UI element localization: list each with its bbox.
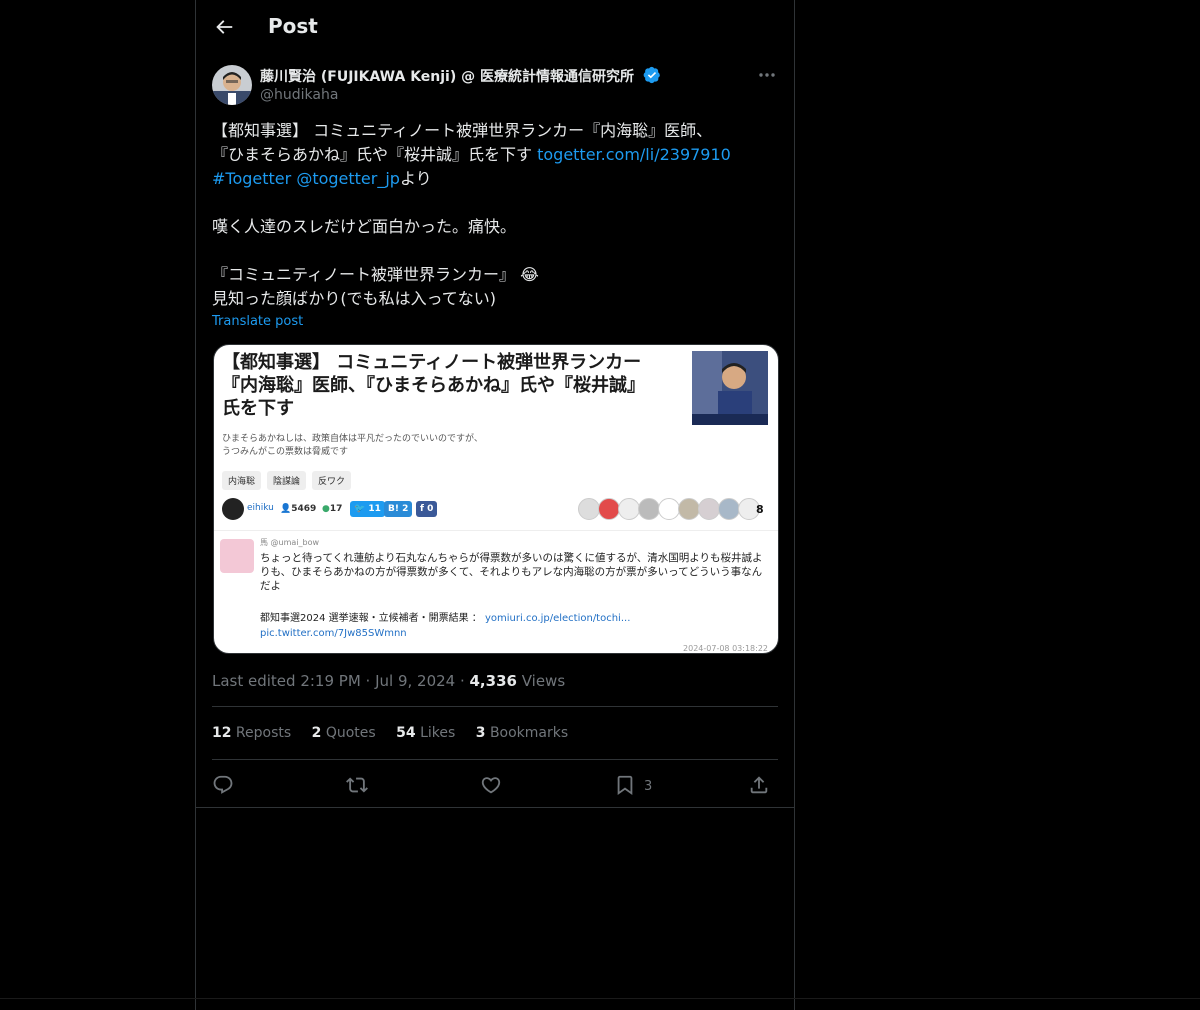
action-bar: 3 [212,770,778,800]
post-header: Post [196,0,794,55]
link-preview-card[interactable]: 【都知事選】 コミュニティノート被弾世界ランカー 『内海聡』医師、『ひまそらあか… [213,344,779,654]
person-icon: 👤 [280,504,292,514]
post-line-2: 『ひまそらあかね』氏や『桜井誠』氏を下す [212,145,538,164]
face-avatar [598,498,620,520]
back-arrow-icon[interactable] [213,16,235,38]
quotes-stat[interactable]: 2 Quotes [312,725,376,741]
post-line-6: 見知った顔ばかり(でも私は入ってない) [212,289,497,308]
card-title-line-1: 【都知事選】 コミュニティノート被弾世界ランカー [222,352,642,373]
laughing-emoji-icon: 😂 [520,265,539,284]
post-line-3-suffix: より [399,169,432,188]
face-avatar [618,498,640,520]
hashtag-togetter[interactable]: #Togetter [212,169,291,188]
reposts-stat[interactable]: 12 Reposts [212,725,291,741]
post-text: 【都知事選】 コミュニティノート被弾世界ランカー『内海聡』医師、 『ひまそらあか… [212,119,778,311]
card-user-avatar [222,498,244,520]
quote-avatar [220,539,254,573]
verified-badge-icon [643,66,661,88]
card-tag: 陰謀論 [267,471,307,490]
card-user-name: eihiku [247,503,274,513]
card-tag: 反ワク [312,471,352,490]
quote-pic-link: pic.twitter.com/7Jw85SWmnn [260,628,407,639]
card-face-count: 8 [756,503,764,516]
share-icon[interactable] [748,774,770,796]
card-tag: 内海聡 [222,471,262,490]
card-twitter-count: 🐦 11 [350,501,385,517]
post-column: Post 藤川賢治 (FUJIKAWA Kenji) @ 医療統計情報通信研究所… [195,0,795,1010]
face-avatar [718,498,740,520]
card-tags: 内海聡 陰謀論 反ワク [222,471,352,490]
bottom-divider [0,998,1200,999]
quote-source-link: yomiuri.co.jp/election/tochi... [485,613,631,624]
quote-source: 都知事選2024 選挙速報・立候補者・開票結果 ： yomiuri.co.jp/… [260,611,630,641]
comment-icon: ● [322,504,330,514]
post-timestamp: Last edited 2:19 PM · Jul 9, 2024 · 4,33… [212,672,565,690]
card-thumbnail-image [692,351,768,425]
author-avatar[interactable] [212,65,252,105]
card-desc-line-1: ひまそらあかねしは、政策自体は平凡だったのでいいのですが、 [222,434,483,444]
page-title: Post [268,14,318,38]
card-comments-count: ●17 [322,504,343,514]
quote-source-label: 都知事選2024 選挙速報・立候補者・開票結果 ： [260,613,482,624]
card-facebook-count: f 0 [416,501,438,517]
card-title: 【都知事選】 コミュニティノート被弾世界ランカー 『内海聡』医師、『ひまそらあか… [222,351,690,420]
quote-text: ちょっと待ってくれ蓮舫より石丸なんちゃらが得票数が多いのは驚くに値するが、清水国… [260,552,763,592]
face-avatar [658,498,680,520]
togetter-link[interactable]: togetter.com/li/2397910 [537,145,731,164]
post-line-5: 『コミュニティノート被弾世界ランカー』 [212,265,516,284]
divider [196,807,794,808]
quote-user: 馬 @umai_bow [260,538,320,547]
card-face-icons [578,498,760,520]
author-name-text: 藤川賢治 (FUJIKAWA Kenji) @ 医療統計情報通信研究所 [260,69,635,85]
author-handle[interactable]: @hudikaha [260,87,338,103]
reply-icon[interactable] [212,774,234,796]
likes-stat[interactable]: 54 Likes [396,725,455,741]
views-label: Views [516,672,566,690]
card-hatena-count: B! 2 [384,501,413,517]
card-title-line-3: 氏を下す [222,398,294,419]
edited-timestamp[interactable]: Last edited 2:19 PM · Jul 9, 2024 · [212,672,470,690]
mention-togetter-jp[interactable]: @togetter_jp [296,169,400,188]
card-divider [214,530,778,531]
author-name[interactable]: 藤川賢治 (FUJIKAWA Kenji) @ 医療統計情報通信研究所 [260,66,661,88]
bookmarks-stat[interactable]: 3 Bookmarks [476,725,568,741]
engagement-stats: 12 Reposts 2 Quotes 54 Likes 3 Bookmarks [212,725,584,741]
card-desc-line-2: うつみんがこの票数は脅威です [222,447,349,457]
card-description: ひまそらあかねしは、政策自体は平凡だったのでいいのですが、 うつみんがこの票数は… [222,433,483,459]
face-avatar [578,498,600,520]
post-line-1: 【都知事選】 コミュニティノート被弾世界ランカー『内海聡』医師、 [212,121,713,140]
translate-post-link[interactable]: Translate post [212,314,303,329]
divider [212,706,778,707]
views-count: 4,336 [469,672,517,690]
card-title-line-2: 『内海聡』医師、『ひまそらあかね』氏や『桜井誠』 [222,375,645,396]
divider [212,759,778,760]
repost-icon[interactable] [346,774,368,796]
face-avatar [678,498,700,520]
bookmark-icon[interactable] [614,774,636,796]
post-line-4: 嘆く人達のスレだけど面白かった。痛快。 [212,217,517,236]
face-avatar [698,498,720,520]
card-followers-count: 👤5469 [280,504,317,514]
face-avatar [638,498,660,520]
more-options-icon[interactable] [756,66,778,84]
quote-date: 2024-07-08 03:18:22 [683,644,768,653]
bookmark-count: 3 [644,779,653,794]
card-meta-row: eihiku 👤5469 ●17 🐦 11 B! 2 f 0 8 [222,498,770,522]
heart-icon[interactable] [480,774,502,796]
